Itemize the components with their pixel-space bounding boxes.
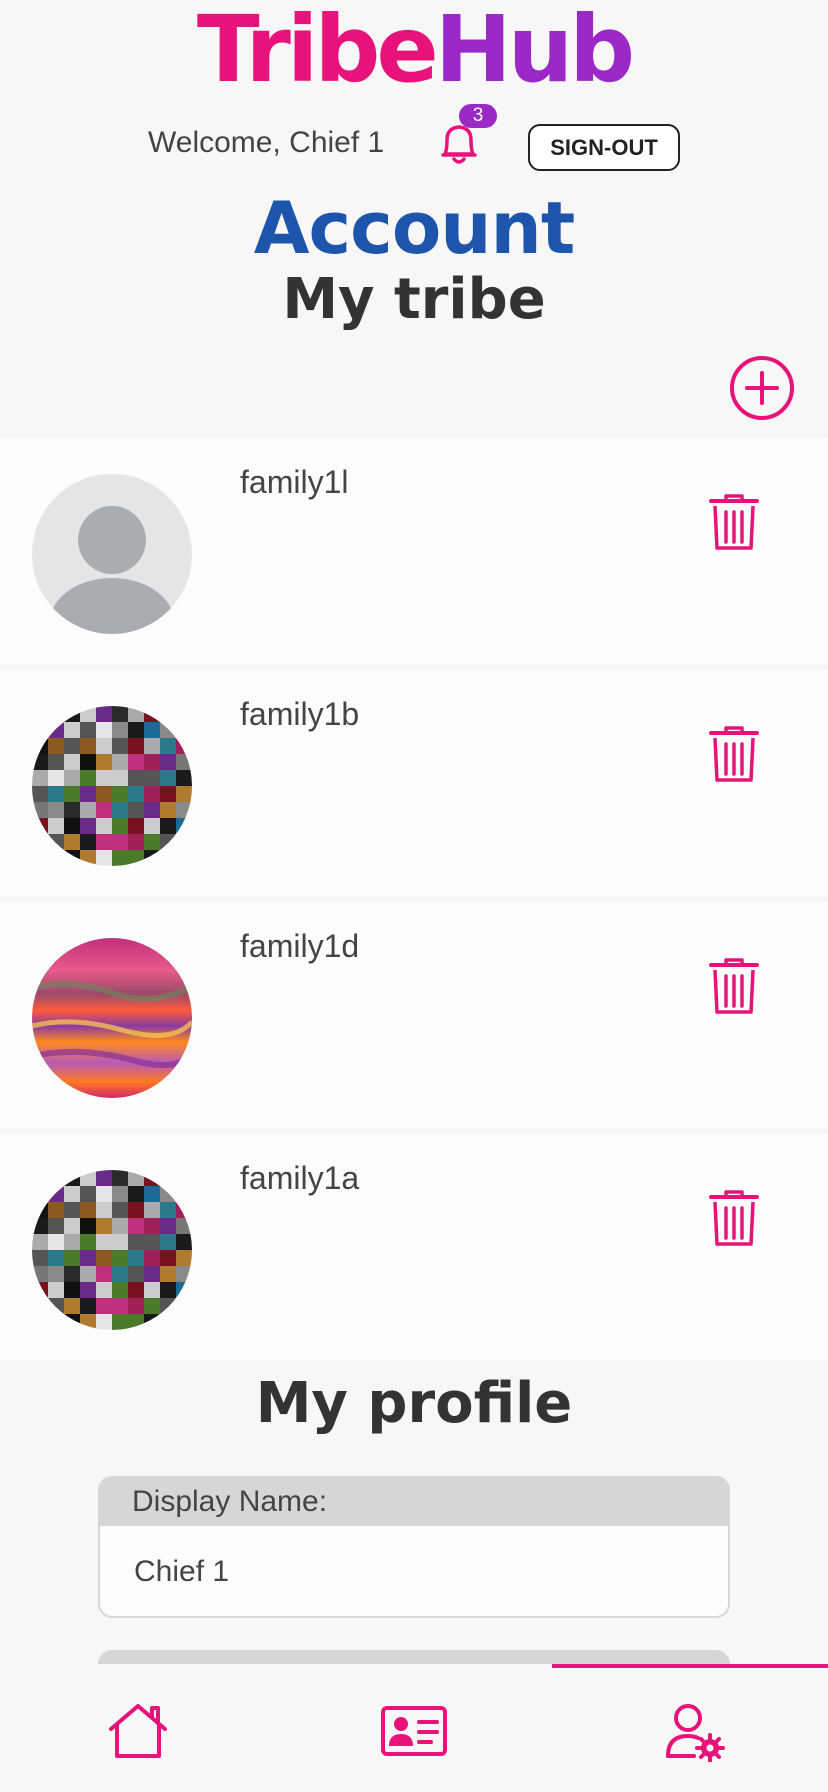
app-logo: TribeHub — [0, 0, 828, 100]
logo-part-hub: Hub — [434, 0, 635, 103]
member-avatar-default — [32, 474, 192, 634]
delete-member-trash-icon[interactable] — [708, 724, 760, 784]
member-name: family1a — [240, 1160, 360, 1196]
member-avatar-mosaic — [32, 1170, 192, 1330]
user-settings-icon — [666, 1704, 725, 1762]
welcome-text: Welcome, Chief 1 — [148, 126, 385, 159]
member-name: family1d — [240, 928, 360, 964]
nav-contacts[interactable] — [276, 1664, 552, 1792]
profile-section-title: My profile — [255, 1371, 573, 1436]
tribe-member-list: family1l family1b family1d family1a — [0, 438, 828, 1366]
home-icon — [109, 1704, 167, 1758]
nav-account-settings[interactable] — [552, 1664, 828, 1792]
logo-part-tribe: Tribe — [196, 0, 439, 103]
sign-out-button[interactable]: SIGN-OUT — [528, 124, 680, 171]
member-name: family1b — [240, 696, 360, 732]
delete-member-trash-icon[interactable] — [708, 492, 760, 552]
member-avatar-mosaic — [32, 706, 192, 866]
member-name: family1l — [240, 464, 349, 500]
page-title: Account — [253, 186, 575, 270]
tribe-section-title: My tribe — [282, 267, 546, 332]
tribe-member-row[interactable]: family1a — [0, 1134, 828, 1360]
delete-member-trash-icon[interactable] — [708, 956, 760, 1016]
bottom-navigation — [0, 1664, 828, 1792]
add-member-button[interactable] — [729, 355, 795, 421]
tribe-member-row[interactable]: family1b — [0, 670, 828, 896]
contact-card-icon — [381, 1706, 447, 1756]
plus-circle-icon — [730, 356, 794, 420]
display-name-field[interactable]: Display Name: Chief 1 — [98, 1476, 730, 1618]
notification-count-badge: 3 — [459, 104, 497, 128]
member-avatar-sunset — [32, 938, 192, 1098]
header-bar: Welcome, Chief 1 3 SIGN-OUT — [0, 104, 828, 174]
delete-member-trash-icon[interactable] — [708, 1188, 760, 1248]
tribe-member-row[interactable]: family1l — [0, 438, 828, 664]
display-name-label: Display Name: — [100, 1478, 728, 1526]
nav-home[interactable] — [0, 1664, 276, 1792]
tribe-member-row[interactable]: family1d — [0, 902, 828, 1128]
display-name-value[interactable]: Chief 1 — [100, 1526, 728, 1616]
